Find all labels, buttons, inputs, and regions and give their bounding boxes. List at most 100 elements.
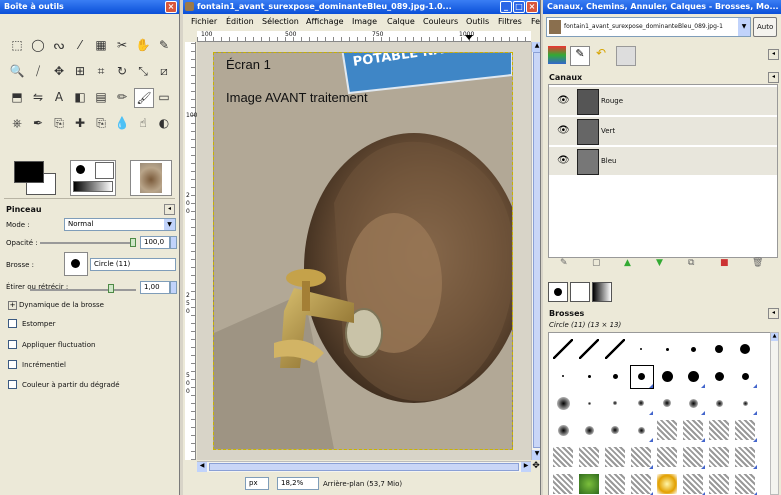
brush-item[interactable] <box>735 447 755 467</box>
brush-item[interactable] <box>715 399 723 407</box>
brush-item[interactable] <box>715 345 723 353</box>
brush-item[interactable] <box>587 401 591 405</box>
canvas-area[interactable]: POTABLE NATUR Écran 1 Image AVANT traite… <box>197 42 531 460</box>
tab-undo[interactable] <box>616 46 636 66</box>
ink-tool-icon[interactable]: ✒ <box>29 114 47 132</box>
checkbox-gradient-color[interactable] <box>8 380 17 389</box>
brush-item[interactable] <box>553 339 573 359</box>
image-canvas[interactable]: POTABLE NATUR Écran 1 Image AVANT traite… <box>213 52 513 450</box>
brush-item[interactable] <box>553 474 573 494</box>
rotate-tool-icon[interactable]: ↻ <box>113 62 131 80</box>
toolbox-titlebar[interactable]: Boîte à outils × <box>0 0 179 14</box>
tab-brushes[interactable] <box>548 282 568 302</box>
new-channel-icon[interactable]: ▢ <box>592 258 601 268</box>
rect-select-tool-icon[interactable]: ⬚ <box>8 36 26 54</box>
blend-tool-icon[interactable]: ▤ <box>92 88 110 106</box>
foreground-select-tool-icon[interactable]: ✋ <box>134 36 152 54</box>
brush-item[interactable] <box>584 425 594 435</box>
brush-item[interactable] <box>714 371 724 381</box>
minimize-icon[interactable]: _ <box>500 1 512 13</box>
eye-icon[interactable]: 👁 <box>557 155 570 166</box>
brush-item[interactable] <box>612 373 618 379</box>
brush-item[interactable] <box>683 420 703 440</box>
scale-tool-icon[interactable]: ⤡ <box>134 62 152 80</box>
tab-patterns[interactable] <box>570 282 590 302</box>
pencil-tool-icon[interactable]: ✏ <box>113 88 131 106</box>
scale-slider-handle[interactable] <box>108 284 114 293</box>
brush-button[interactable] <box>64 252 88 276</box>
scroll-down-arrow-icon[interactable]: ▼ <box>532 450 540 460</box>
scroll-thumb[interactable] <box>533 52 540 448</box>
paintbrush-tool-icon[interactable]: 🖌 <box>134 88 154 108</box>
brush-item[interactable] <box>605 447 625 467</box>
navigate-icon[interactable]: ✥ <box>531 461 540 471</box>
brush-item[interactable] <box>579 474 599 494</box>
tab-layers[interactable] <box>548 46 566 64</box>
zoom-tool-icon[interactable]: 🔍 <box>8 62 26 80</box>
eraser-tool-icon[interactable]: ▭ <box>155 88 173 106</box>
lower-channel-icon[interactable]: ▼ <box>656 258 663 268</box>
duplicate-channel-icon[interactable]: ⧉ <box>688 258 694 268</box>
brush-item[interactable] <box>690 346 696 352</box>
menu-edition[interactable]: Édition <box>226 17 254 26</box>
brush-item[interactable] <box>742 400 748 406</box>
scale-slider-track[interactable] <box>30 289 136 291</box>
channel-row-green[interactable]: 👁 Vert <box>549 117 777 145</box>
channel-to-selection-icon[interactable]: ■ <box>720 258 729 268</box>
scroll-left-arrow-icon[interactable]: ◀ <box>197 462 207 472</box>
align-tool-icon[interactable]: ⊞ <box>71 62 89 80</box>
brush-item[interactable] <box>657 474 677 494</box>
brush-grid-scrollbar[interactable]: ▲ <box>770 332 779 495</box>
brush-item[interactable] <box>687 370 699 382</box>
close-icon[interactable]: × <box>526 1 538 13</box>
expand-icon[interactable]: + <box>8 301 17 310</box>
brush-item[interactable] <box>587 374 591 378</box>
menu-fe[interactable]: Fe <box>531 17 540 26</box>
opacity-input[interactable]: 100,0 <box>140 236 170 249</box>
fuzzy-select-tool-icon[interactable]: ⁄ <box>71 36 89 54</box>
image-titlebar[interactable]: fontain1_avant_surexpose_dominanteBleu_0… <box>183 0 540 14</box>
smudge-tool-icon[interactable]: ☝ <box>134 114 152 132</box>
edit-channel-icon[interactable]: ✎ <box>560 258 568 268</box>
brush-item[interactable] <box>665 347 669 351</box>
brush-item[interactable] <box>605 474 625 494</box>
convolve-tool-icon[interactable]: 💧 <box>113 114 131 132</box>
brush-item[interactable] <box>640 348 642 350</box>
brush-item[interactable] <box>631 474 651 494</box>
brush-item[interactable] <box>741 372 749 380</box>
brush-item[interactable] <box>657 420 677 440</box>
dock-titlebar[interactable]: Canaux, Chemins, Annuler, Calques - Bros… <box>543 0 781 14</box>
brush-item[interactable] <box>709 474 729 494</box>
opacity-spinner[interactable] <box>170 236 177 249</box>
tab-gradients[interactable] <box>592 282 612 302</box>
image-selector[interactable]: fontain1_avant_surexpose_dominanteBleu_0… <box>546 17 751 37</box>
dodge-burn-tool-icon[interactable]: ◐ <box>155 114 173 132</box>
brush-item[interactable] <box>579 447 599 467</box>
mode-select[interactable]: Normal ▼ <box>64 218 176 231</box>
brush-item[interactable] <box>688 398 698 408</box>
brush-item[interactable] <box>657 447 677 467</box>
brush-preview[interactable] <box>70 160 116 196</box>
scroll-right-arrow-icon[interactable]: ▶ <box>521 462 531 472</box>
flip-tool-icon[interactable]: ⇋ <box>29 88 47 106</box>
menu-calque[interactable]: Calque <box>387 17 415 26</box>
panel-menu-icon[interactable]: ◂ <box>768 308 779 319</box>
brush-name-field[interactable]: Circle (11) <box>90 258 176 271</box>
brush-item[interactable] <box>735 420 755 440</box>
brush-item[interactable] <box>613 401 617 405</box>
vertical-scrollbar[interactable]: ▲ ▼ <box>531 42 540 460</box>
brush-item[interactable] <box>557 424 569 436</box>
text-tool-icon[interactable]: A <box>50 88 68 106</box>
brush-item[interactable] <box>740 344 750 354</box>
tab-channels[interactable]: ✎ <box>570 46 590 66</box>
scroll-up-arrow-icon[interactable]: ▲ <box>532 42 540 52</box>
brush-item[interactable] <box>631 447 651 467</box>
perspective-tool-icon[interactable]: ⬒ <box>8 88 26 106</box>
brush-grid[interactable] <box>548 332 772 495</box>
brush-item[interactable] <box>605 339 625 359</box>
brush-item[interactable] <box>735 474 755 494</box>
brush-item[interactable] <box>611 426 619 434</box>
gradient-preview[interactable] <box>73 181 113 192</box>
delete-channel-icon[interactable]: 🗑 <box>752 258 763 268</box>
brush-item[interactable] <box>661 370 673 382</box>
